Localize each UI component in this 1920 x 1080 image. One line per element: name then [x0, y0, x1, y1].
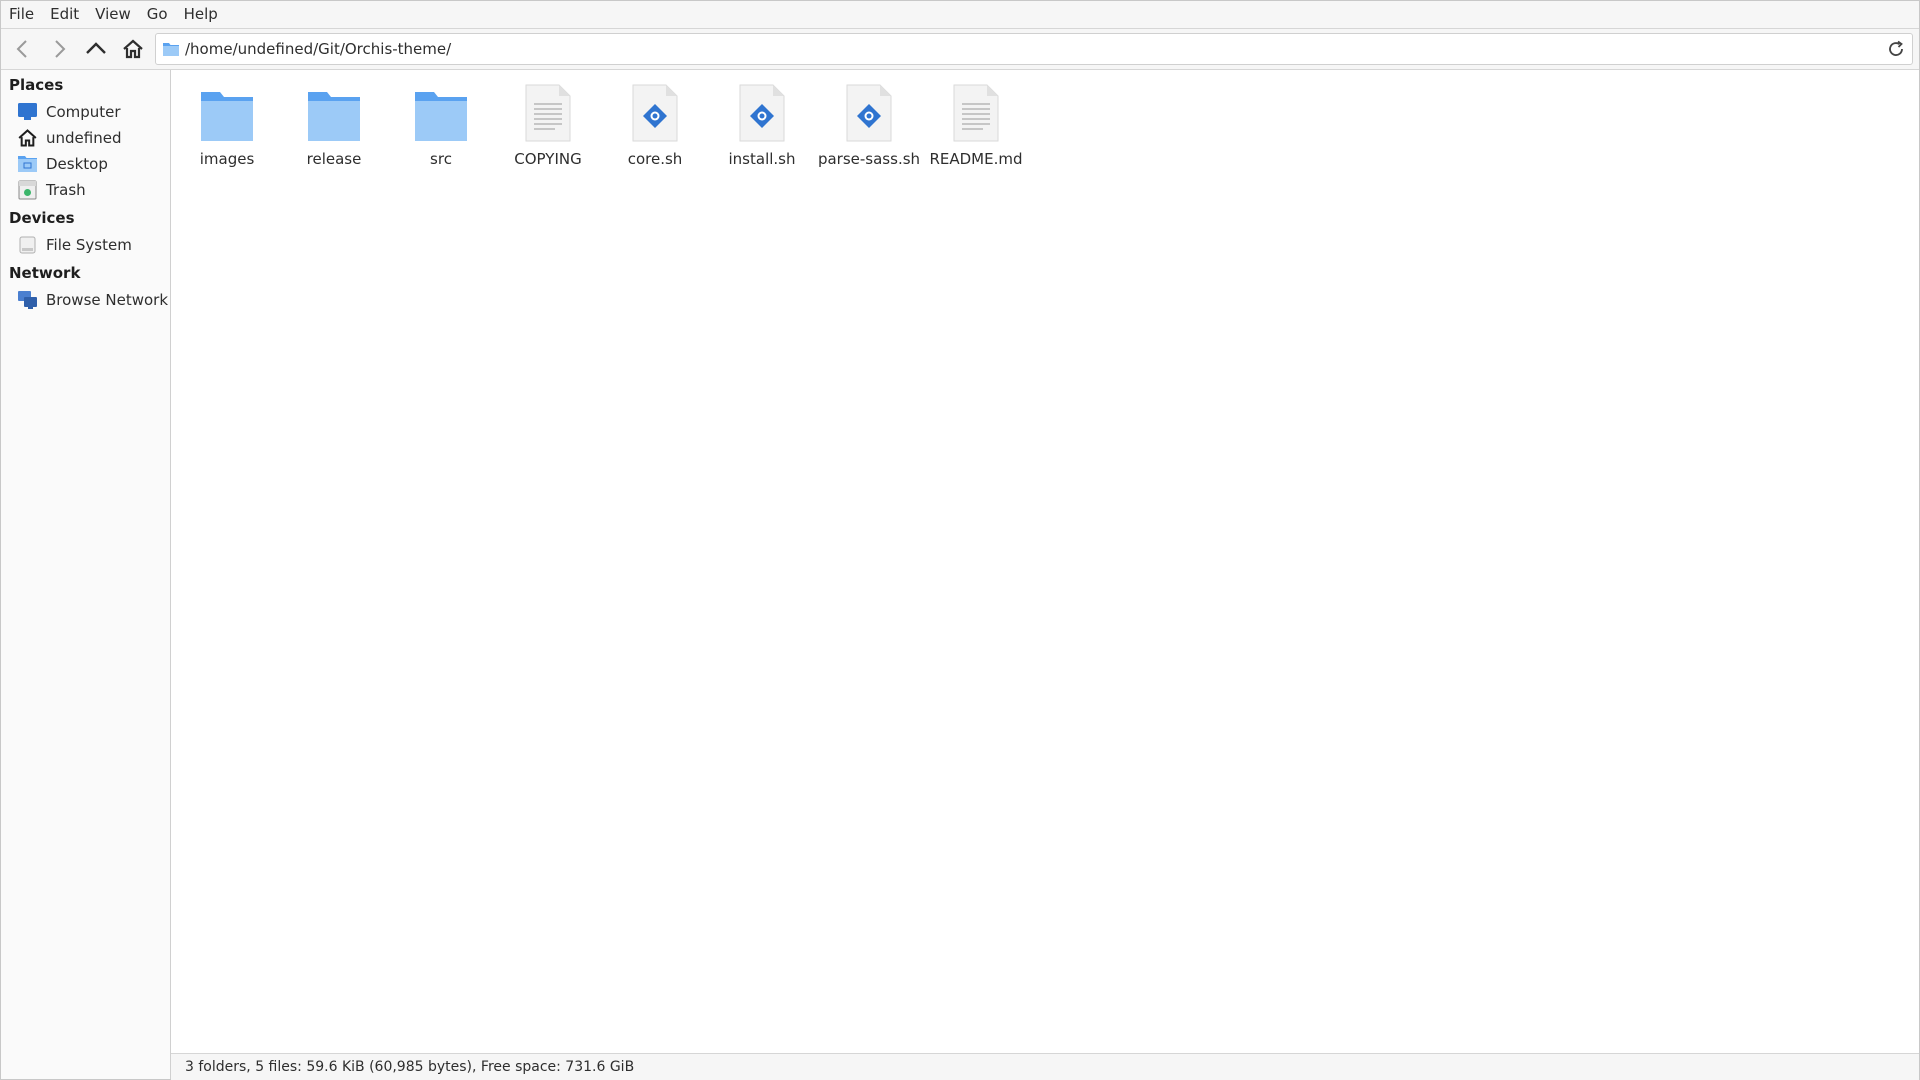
text-file-icon	[948, 82, 1004, 142]
file-name: parse-sass.sh	[817, 150, 921, 168]
address-bar[interactable]: /home/undefined/Git/Orchis-theme/	[155, 33, 1913, 65]
trash-icon	[17, 180, 38, 200]
home-icon	[17, 128, 38, 148]
back-button[interactable]	[8, 34, 38, 64]
file-item-copying[interactable]: COPYING	[498, 82, 598, 168]
sidebar-item-label: File System	[46, 236, 132, 254]
forward-button[interactable]	[44, 34, 74, 64]
script-file-icon	[734, 82, 790, 142]
folder-icon	[199, 82, 255, 142]
address-path: /home/undefined/Git/Orchis-theme/	[185, 40, 452, 58]
menu-go[interactable]: Go	[139, 1, 176, 28]
up-arrow-icon	[86, 42, 106, 54]
file-item-parse-sass-sh[interactable]: parse-sass.sh	[817, 82, 921, 168]
sidebar-item-desktop[interactable]: Desktop	[17, 152, 108, 176]
menu-file[interactable]: File	[1, 1, 42, 28]
menu-edit[interactable]: Edit	[42, 1, 87, 28]
places-heading: Places	[9, 76, 64, 94]
network-icon	[17, 290, 38, 310]
file-name: src	[430, 150, 452, 168]
file-item-release[interactable]: release	[284, 82, 384, 168]
menu-help[interactable]: Help	[176, 1, 226, 28]
sidebar-item-label: Browse Network	[46, 291, 169, 309]
file-name: release	[306, 150, 362, 168]
reload-icon[interactable]	[1886, 39, 1906, 59]
file-name: install.sh	[728, 150, 796, 168]
drive-icon	[17, 235, 38, 255]
folder-icon	[413, 82, 469, 142]
file-item-readme-md[interactable]: README.md	[926, 82, 1026, 168]
toolbar: /home/undefined/Git/Orchis-theme/	[1, 29, 1919, 70]
menu-view[interactable]: View	[87, 1, 139, 28]
folder-icon	[163, 43, 179, 56]
desktop-folder-icon	[17, 154, 38, 174]
file-name: images	[199, 150, 255, 168]
up-button[interactable]	[81, 34, 111, 64]
sidebar-item-label: undefined	[46, 129, 122, 147]
file-manager-window: File Edit View Go Help /home/undefined/G…	[0, 0, 1920, 1080]
sidebar-item-label: Trash	[46, 181, 86, 199]
script-file-icon	[841, 82, 897, 142]
sidebar-item-label: Desktop	[46, 155, 108, 173]
sidebar-item-browse-network[interactable]: Browse Network	[17, 288, 168, 312]
status-text: 3 folders, 5 files: 59.6 KiB (60,985 byt…	[185, 1059, 635, 1075]
file-item-src[interactable]: src	[391, 82, 491, 168]
sidebar-item-computer[interactable]: Computer	[17, 100, 121, 124]
forward-arrow-icon	[55, 40, 66, 58]
back-arrow-icon	[16, 40, 27, 58]
status-bar: 3 folders, 5 files: 59.6 KiB (60,985 byt…	[171, 1053, 1919, 1080]
folder-icon	[306, 82, 362, 142]
file-item-install-sh[interactable]: install.sh	[712, 82, 812, 168]
text-file-icon	[520, 82, 576, 142]
file-name: core.sh	[627, 150, 683, 168]
file-name: COPYING	[514, 150, 582, 168]
file-item-images[interactable]: images	[177, 82, 277, 168]
home-icon	[123, 39, 143, 59]
sidebar-item-trash[interactable]: Trash	[17, 178, 86, 202]
sidebar-item-home[interactable]: undefined	[17, 126, 121, 150]
file-icon-view[interactable]: images release src COPYING core.sh insta…	[171, 70, 1919, 1053]
home-button[interactable]	[118, 34, 148, 64]
devices-heading: Devices	[9, 209, 75, 227]
network-heading: Network	[9, 264, 81, 282]
sidebar: Places Computer undefined Desktop Trash	[1, 70, 171, 1079]
file-item-core-sh[interactable]: core.sh	[605, 82, 705, 168]
sidebar-item-label: Computer	[46, 103, 121, 121]
computer-icon	[17, 102, 38, 122]
sidebar-item-file-system[interactable]: File System	[17, 233, 132, 257]
menubar: File Edit View Go Help	[1, 1, 1919, 29]
script-file-icon	[627, 82, 683, 142]
file-name: README.md	[929, 150, 1023, 168]
